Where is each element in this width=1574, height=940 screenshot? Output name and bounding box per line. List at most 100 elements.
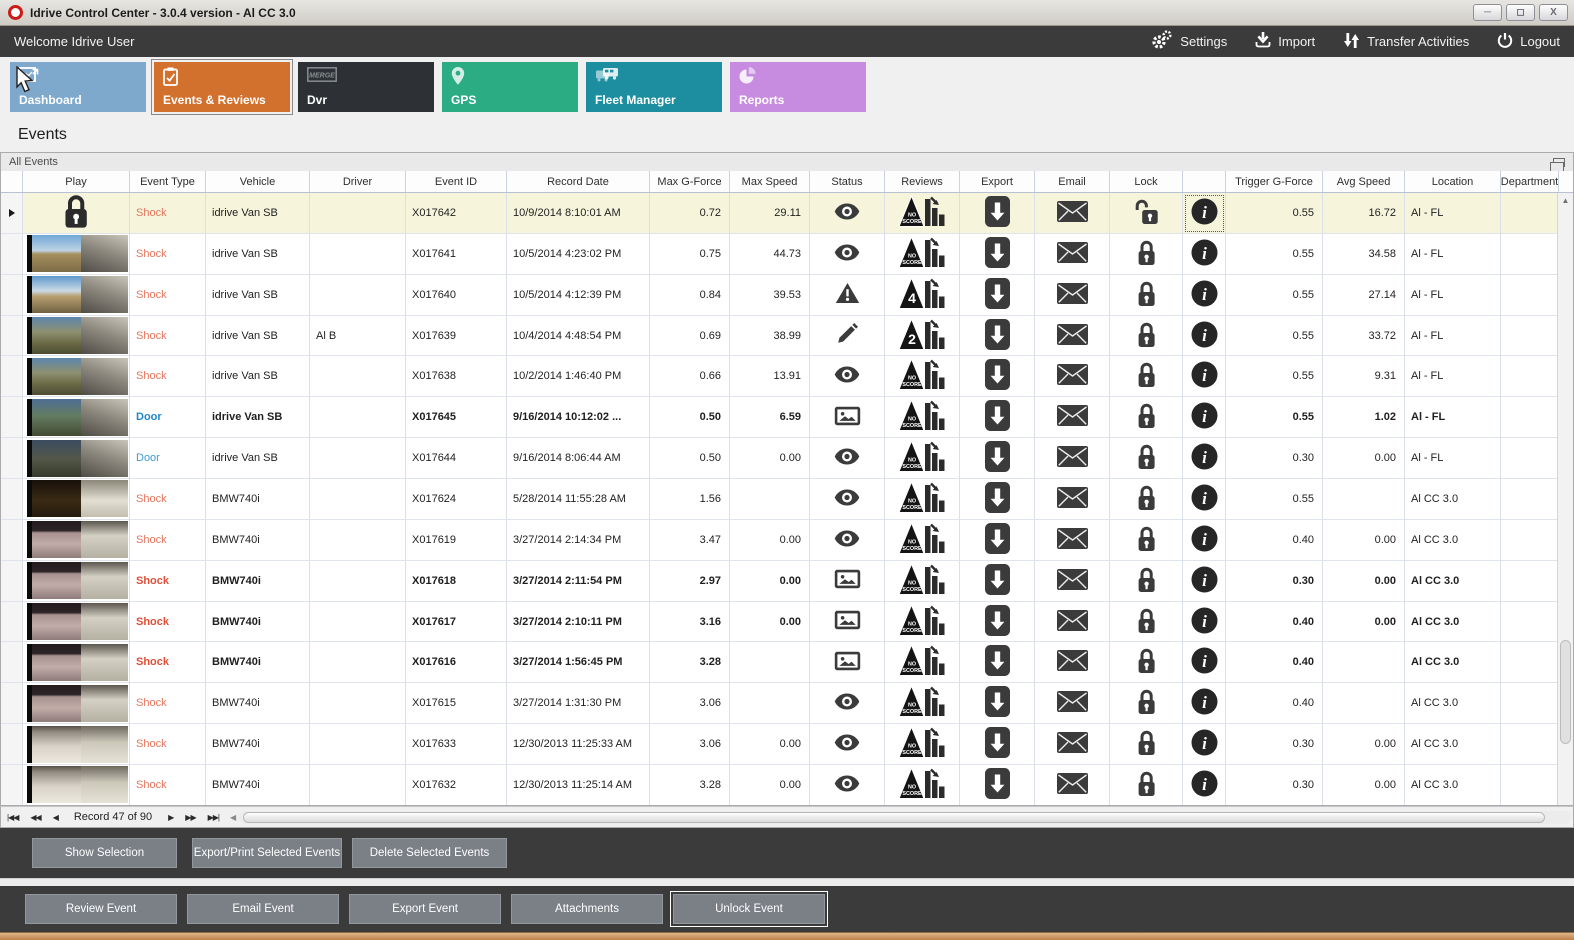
column-header-play[interactable]: Play xyxy=(23,171,130,192)
column-header-event_type[interactable]: Event Type xyxy=(130,171,206,192)
cell-play[interactable] xyxy=(23,397,130,439)
table-row[interactable]: Shock BMW740i X017619 3/27/2014 2:14:34 PM 3… xyxy=(1,519,1573,561)
cell-email[interactable] xyxy=(1035,601,1110,643)
column-header-record_date[interactable]: Record Date xyxy=(507,171,650,192)
column-header-lock[interactable]: Lock xyxy=(1110,171,1183,192)
table-row[interactable]: Shock idrive Van SB X017638 10/2/2014 1:46:… xyxy=(1,356,1573,398)
event-thumbnail[interactable] xyxy=(26,357,128,395)
cell-reviews[interactable]: 4 xyxy=(885,274,960,316)
next-record-button[interactable]: ▶ xyxy=(162,813,179,822)
cell-status[interactable] xyxy=(810,642,885,684)
event-thumbnail[interactable] xyxy=(26,766,128,804)
export-event-button[interactable]: Export Event xyxy=(349,894,501,924)
cell-info[interactable]: i xyxy=(1183,274,1226,316)
event-thumbnail[interactable] xyxy=(26,725,128,763)
event-thumbnail[interactable] xyxy=(26,562,128,600)
scroll-left-icon[interactable]: ◀ xyxy=(227,813,239,822)
event-thumbnail[interactable] xyxy=(26,235,128,273)
table-row[interactable]: Shock idrive Van SB X017640 10/5/2014 4:12:… xyxy=(1,274,1573,316)
event-thumbnail[interactable] xyxy=(26,439,128,477)
cell-info[interactable]: i xyxy=(1183,642,1226,684)
cell-lock[interactable] xyxy=(1110,315,1183,357)
cell-info[interactable]: i xyxy=(1183,601,1226,643)
cell-lock[interactable] xyxy=(1110,560,1183,602)
cell-status[interactable] xyxy=(810,683,885,725)
cell-status[interactable] xyxy=(810,356,885,398)
next-page-button[interactable]: ▶▶ xyxy=(179,813,201,822)
table-row[interactable]: Door idrive Van SB X017644 9/16/2014 8:06:4… xyxy=(1,438,1573,480)
cell-email[interactable] xyxy=(1035,233,1110,275)
cell-reviews[interactable]: NO SCORE xyxy=(885,724,960,766)
cell-reviews[interactable]: NO SCORE xyxy=(885,642,960,684)
cell-lock[interactable] xyxy=(1110,519,1183,561)
cell-status[interactable] xyxy=(810,438,885,480)
table-row[interactable]: Shock idrive Van SB Al B X017639 10/4/2014 4… xyxy=(1,315,1573,357)
cell-email[interactable] xyxy=(1035,479,1110,520)
column-header-event_id[interactable]: Event ID xyxy=(406,171,507,192)
cell-email[interactable] xyxy=(1035,724,1110,766)
cell-reviews[interactable]: NO SCORE xyxy=(885,765,960,805)
cell-reviews[interactable]: NO SCORE xyxy=(885,683,960,725)
cell-lock[interactable] xyxy=(1110,765,1183,805)
cell-info[interactable]: i xyxy=(1183,233,1226,275)
cell-email[interactable] xyxy=(1035,274,1110,316)
settings-button[interactable]: Settings xyxy=(1151,30,1227,53)
cell-play[interactable] xyxy=(23,233,130,275)
table-row[interactable]: Shock BMW740i X017617 3/27/2014 2:10:11 PM 3… xyxy=(1,601,1573,643)
cell-lock[interactable] xyxy=(1110,438,1183,480)
cell-info[interactable]: i xyxy=(1183,724,1226,766)
table-row[interactable]: Shock idrive Van SB X017641 10/5/2014 4:23:… xyxy=(1,233,1573,275)
column-header-reviews[interactable]: Reviews xyxy=(885,171,960,192)
cell-export[interactable] xyxy=(960,560,1035,602)
cell-reviews[interactable]: 2 xyxy=(885,315,960,357)
vertical-scrollbar[interactable]: ▲ xyxy=(1557,193,1573,805)
maximize-button[interactable]: ◻ xyxy=(1506,4,1535,21)
cell-reviews[interactable]: NO SCORE xyxy=(885,193,960,234)
float-panel-icon[interactable] xyxy=(1550,157,1565,173)
attachments-button[interactable]: Attachments xyxy=(511,894,663,924)
cell-play[interactable] xyxy=(23,315,130,357)
horizontal-scrollbar-thumb[interactable] xyxy=(243,811,1545,823)
show-selection-button[interactable]: Show Selection xyxy=(32,838,177,868)
event-thumbnail[interactable] xyxy=(26,276,128,314)
cell-export[interactable] xyxy=(960,274,1035,316)
export-print-selected-events-button[interactable]: Export/Print Selected Events xyxy=(192,838,342,868)
cell-export[interactable] xyxy=(960,438,1035,480)
cell-lock[interactable] xyxy=(1110,233,1183,275)
event-thumbnail[interactable] xyxy=(26,480,128,518)
table-row[interactable]: Shock BMW740i X017616 3/27/2014 1:56:45 PM 3… xyxy=(1,642,1573,684)
horizontal-scrollbar-track[interactable] xyxy=(239,810,1571,824)
cell-status[interactable] xyxy=(810,233,885,275)
cell-reviews[interactable]: NO SCORE xyxy=(885,356,960,398)
cell-export[interactable] xyxy=(960,397,1035,439)
column-header-status[interactable]: Status xyxy=(810,171,885,192)
cell-status[interactable] xyxy=(810,765,885,805)
event-thumbnail[interactable] xyxy=(26,398,128,436)
table-row[interactable]: Shock idrive Van SB X017642 10/9/2014 8:10:… xyxy=(1,193,1573,234)
table-row[interactable]: Shock BMW740i X017633 12/30/2013 11:25:33 A… xyxy=(1,724,1573,766)
cell-play[interactable] xyxy=(23,683,130,725)
unlock-event-button[interactable]: Unlock Event xyxy=(670,891,828,927)
cell-info[interactable]: i xyxy=(1183,765,1226,805)
cell-lock[interactable] xyxy=(1110,397,1183,439)
table-row[interactable]: Shock BMW740i X017618 3/27/2014 2:11:54 PM 2… xyxy=(1,560,1573,602)
column-header-vehicle[interactable]: Vehicle xyxy=(206,171,310,192)
cell-play[interactable] xyxy=(23,274,130,316)
column-header-max_speed[interactable]: Max Speed xyxy=(730,171,810,192)
cell-play[interactable] xyxy=(23,560,130,602)
scroll-up-icon[interactable]: ▲ xyxy=(1558,193,1573,208)
cell-export[interactable] xyxy=(960,519,1035,561)
cell-reviews[interactable]: NO SCORE xyxy=(885,519,960,561)
table-row[interactable]: Shock BMW740i X017615 3/27/2014 1:31:30 PM 3… xyxy=(1,683,1573,725)
cell-status[interactable] xyxy=(810,397,885,439)
cell-lock[interactable] xyxy=(1110,642,1183,684)
cell-info[interactable]: i xyxy=(1183,560,1226,602)
table-row[interactable]: Door idrive Van SB X017645 9/16/2014 10:12:… xyxy=(1,397,1573,439)
cell-play[interactable] xyxy=(23,724,130,766)
event-thumbnail[interactable] xyxy=(26,684,128,722)
cell-status[interactable] xyxy=(810,193,885,234)
vertical-scrollbar-thumb[interactable] xyxy=(1560,639,1571,744)
cell-play[interactable] xyxy=(23,438,130,480)
cell-play[interactable] xyxy=(23,193,130,234)
cell-export[interactable] xyxy=(960,233,1035,275)
